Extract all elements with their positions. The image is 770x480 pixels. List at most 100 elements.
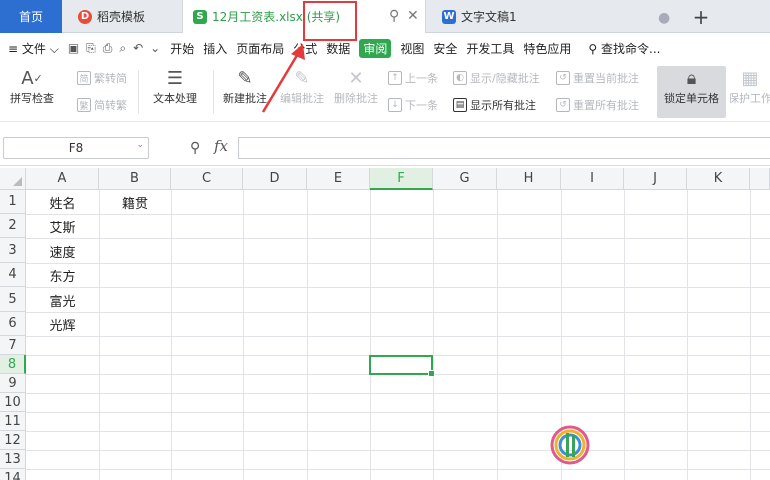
- command-search[interactable]: ⚲ 查找命令...: [588, 40, 660, 57]
- undo-icon[interactable]: ↶: [133, 41, 143, 56]
- row-header-6[interactable]: 6: [0, 312, 26, 336]
- show-all-comments-button[interactable]: ▤ 显示所有批注: [453, 97, 536, 113]
- gridline: [26, 336, 770, 337]
- row-header-11[interactable]: 11: [0, 412, 26, 431]
- column-header-j[interactable]: J: [624, 168, 687, 190]
- spreadsheet-icon: S: [193, 9, 207, 24]
- review-ribbon: A ✓ 拼写检查 简繁转简 繁简转繁 ☰ 文本处理 ✎ 新建批注 ✎ 编辑批注 ✕…: [0, 62, 770, 122]
- cell-a4[interactable]: 东方: [26, 263, 99, 287]
- tab-document[interactable]: W 文字文稿1: [432, 0, 682, 33]
- delete-comment-button[interactable]: ✕ 删除批注: [330, 66, 382, 106]
- row-header-9[interactable]: 9: [0, 374, 26, 393]
- column-header-i[interactable]: I: [561, 168, 624, 190]
- new-tab-button[interactable]: +: [688, 0, 714, 33]
- show-hide-comment-button[interactable]: ◐ 显示/隐藏批注: [453, 70, 540, 86]
- save-icon[interactable]: ▣: [68, 41, 79, 56]
- column-header-a[interactable]: A: [26, 168, 99, 190]
- new-comment-button[interactable]: ✎ 新建批注: [218, 66, 272, 106]
- zoom-search-icon[interactable]: ⚲: [190, 140, 200, 156]
- column-header-k[interactable]: K: [687, 168, 750, 190]
- reset-current-comment-button[interactable]: ↺ 重置当前批注: [556, 70, 639, 86]
- formula-bar: F8 ⌄ ⚲ fx: [0, 132, 770, 166]
- gridline: [370, 190, 371, 480]
- row-header-1[interactable]: 1: [0, 190, 26, 214]
- command-search-label: 查找命令...: [601, 41, 661, 56]
- simp-to-trad-button[interactable]: 繁简转繁: [77, 97, 127, 113]
- menu-item-security[interactable]: 安全: [433, 40, 457, 57]
- print-icon[interactable]: ⎙: [103, 41, 113, 56]
- column-header-l[interactable]: [750, 168, 770, 190]
- menu-item-special[interactable]: 特色应用: [523, 40, 571, 57]
- row-header-14[interactable]: 14: [0, 469, 26, 480]
- protect-sheet-button[interactable]: ▦ 保护工作: [730, 66, 770, 106]
- menu-item-insert[interactable]: 插入: [203, 40, 227, 57]
- selected-cell-f8[interactable]: [369, 355, 435, 377]
- menu-item-developer[interactable]: 开发工具: [466, 40, 514, 57]
- menu-item-data[interactable]: 数据: [326, 40, 350, 57]
- reset-all-comments-button[interactable]: ↺ 重置所有批注: [556, 97, 639, 113]
- gridline: [171, 190, 172, 480]
- row-header-13[interactable]: 13: [0, 450, 26, 469]
- gridline: [433, 190, 434, 480]
- column-header-e[interactable]: E: [307, 168, 370, 190]
- file-menu-label: 文件: [21, 41, 46, 56]
- text-process-button[interactable]: ☰ 文本处理: [145, 66, 205, 106]
- cell-a3[interactable]: 速度: [26, 239, 99, 263]
- column-header-b[interactable]: B: [99, 168, 171, 190]
- menu-item-view[interactable]: 视图: [400, 40, 424, 57]
- row-header-7[interactable]: 7: [0, 336, 26, 355]
- next-comment-button[interactable]: ↓ 下一条: [388, 97, 438, 113]
- spell-check-button[interactable]: A ✓ 拼写检查: [4, 66, 60, 106]
- row-header-5[interactable]: 5: [0, 287, 26, 312]
- row-header-2[interactable]: 2: [0, 214, 26, 238]
- column-header-h[interactable]: H: [497, 168, 561, 190]
- delete-comment-label: 删除批注: [334, 92, 378, 105]
- preview-icon[interactable]: ⌕: [119, 41, 126, 56]
- export-icon[interactable]: ⎘: [86, 41, 96, 56]
- close-tab-icon[interactable]: ✕: [407, 8, 419, 24]
- trad-to-simp-button[interactable]: 简繁转简: [77, 70, 127, 86]
- gridline: [26, 263, 770, 264]
- prev-comment-label: 上一条: [405, 72, 438, 85]
- delete-comment-icon: ✕: [348, 67, 364, 89]
- spell-check-icon: A ✓: [21, 67, 43, 89]
- function-icon[interactable]: fx: [214, 137, 228, 155]
- formula-input[interactable]: [238, 137, 770, 159]
- column-header-d[interactable]: D: [243, 168, 307, 190]
- gridline: [687, 190, 688, 480]
- menu-bar: ≡ 文件 ⌵ ▣ ⎘ ⎙ ⌕ ↶ ⌄ 开始 插入 页面布局 公式 数据 审阅 视…: [0, 35, 770, 61]
- tab-docer-label: 稻壳模板: [97, 10, 146, 24]
- cell-a2[interactable]: 艾斯: [26, 214, 99, 238]
- row-header-12[interactable]: 12: [0, 431, 26, 450]
- row-header-4[interactable]: 4: [0, 263, 26, 287]
- pin-icon[interactable]: ⚲: [389, 8, 399, 24]
- menu-item-review[interactable]: 审阅: [359, 38, 392, 58]
- row-header-3[interactable]: 3: [0, 238, 26, 263]
- tab-docer[interactable]: D 稻壳模板: [64, 0, 176, 33]
- tab-home[interactable]: 首页: [0, 0, 62, 33]
- cell-a5[interactable]: 富光: [26, 288, 99, 312]
- row-header-10[interactable]: 10: [0, 393, 26, 412]
- gridline: [26, 238, 770, 239]
- gridline: [26, 312, 770, 313]
- docer-icon: D: [78, 9, 92, 24]
- gridline: [26, 214, 770, 215]
- column-header-c[interactable]: C: [171, 168, 243, 190]
- edit-comment-button[interactable]: ✎ 编辑批注: [276, 66, 328, 106]
- select-all-corner[interactable]: [0, 168, 26, 190]
- chevron-down-icon[interactable]: ⌄: [136, 140, 144, 150]
- column-header-f[interactable]: F: [370, 168, 433, 190]
- prev-comment-button[interactable]: ↑ 上一条: [388, 70, 438, 86]
- name-box[interactable]: F8 ⌄: [3, 137, 149, 159]
- column-header-g[interactable]: G: [433, 168, 497, 190]
- cell-a6[interactable]: 光辉: [26, 312, 99, 336]
- text-process-label: 文本处理: [153, 92, 197, 105]
- cell-a1[interactable]: 姓名: [26, 190, 99, 214]
- lock-cell-button[interactable]: 🔒︎ 锁定单元格: [657, 66, 726, 106]
- more-icon[interactable]: ⌄: [150, 41, 160, 56]
- cell-b1[interactable]: 籍贯: [99, 190, 171, 214]
- file-menu[interactable]: ≡ 文件 ⌵: [8, 40, 59, 57]
- menu-item-start[interactable]: 开始: [170, 40, 194, 57]
- edit-comment-label: 编辑批注: [280, 92, 324, 105]
- row-header-8[interactable]: 8: [0, 355, 26, 374]
